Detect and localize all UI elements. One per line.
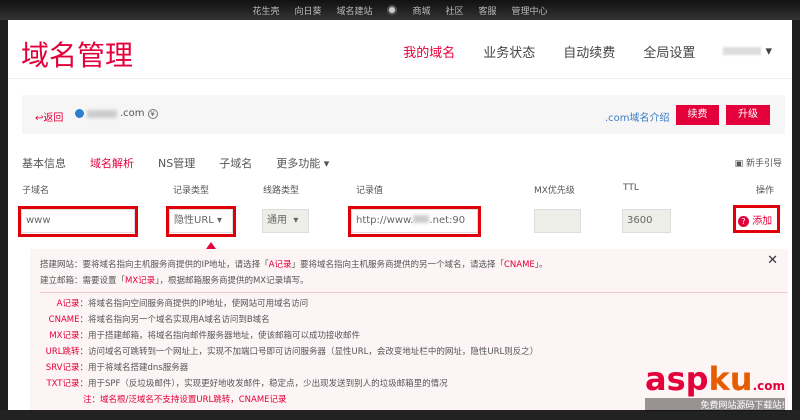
tab-subdomain[interactable]: 子域名	[219, 155, 252, 171]
upgrade-button[interactable]: 升级	[726, 105, 770, 125]
help-line-website: 搭建网站：要将域名指向主机服务商提供的IP地址，请选择「A记录」要将域名指向主机…	[40, 260, 548, 270]
col-type: 记录类型	[173, 186, 210, 196]
tabs: 基本信息 域名解析 NS管理 子域名 更多功能 ▾	[22, 155, 329, 171]
tab-ns[interactable]: NS管理	[158, 155, 195, 171]
nav-auto-renew[interactable]: 自动续费	[563, 42, 615, 61]
close-icon[interactable]: ✕	[767, 253, 778, 269]
top-bar: 花生壳 向日葵 域名建站 商城 社区 客服 管理中心	[0, 0, 800, 20]
domain-bar: ↩返回 .com ¥ .com域名介绍 续费 升级	[22, 95, 785, 134]
record-desc: A记录： 将域名指向空间服务商提供的IP地址，使网站可用域名访问	[56, 299, 309, 309]
top-link[interactable]: 向日葵	[294, 4, 321, 17]
col-subdomain: 子域名	[22, 186, 50, 196]
page: 域名管理 我的域名 业务状态 自动续费 全局设置 ▾ ↩返回 .com ¥ .co…	[8, 20, 792, 410]
subdomain-input[interactable]: www	[21, 209, 135, 233]
yen-icon: ¥	[147, 108, 158, 119]
brand-logo-icon[interactable]	[387, 5, 398, 15]
col-ttl: TTL	[623, 183, 639, 193]
top-link[interactable]: 客服	[479, 4, 497, 17]
top-link[interactable]: 花生壳	[252, 4, 279, 17]
tab-basic-info[interactable]: 基本信息	[22, 155, 66, 171]
main-nav: 我的域名 业务状态 自动续费 全局设置 ▾	[403, 42, 772, 61]
help-line-mail: 建立邮箱：需要设置「MX记录」，根据邮箱服务商提供的MX记录填写。	[40, 276, 309, 286]
top-link[interactable]: 域名建站	[336, 4, 372, 17]
back-link[interactable]: ↩返回	[35, 109, 63, 124]
watermark: aspku.com 免费网站源码下载站!	[644, 360, 785, 411]
tab-more[interactable]: 更多功能 ▾	[276, 155, 329, 171]
col-action: 操作	[756, 186, 775, 196]
page-title: 域名管理	[21, 39, 134, 72]
record-desc: MX记录： 用于搭建邮箱，将域名指向邮件服务器地址，使该邮箱可以成功接收邮件	[49, 331, 361, 341]
globe-icon	[75, 109, 84, 118]
guide-link[interactable]: ▣ 新手引导	[735, 156, 782, 169]
help-icon: ?	[738, 216, 749, 227]
top-link[interactable]: 社区	[446, 4, 464, 17]
record-type-select[interactable]: 隐性URL ▾	[169, 209, 233, 233]
top-link[interactable]: 商城	[412, 4, 430, 17]
top-link[interactable]: 管理中心	[512, 4, 548, 17]
user-menu[interactable]: ▾	[723, 44, 772, 59]
add-button[interactable]: ? 添加	[738, 212, 772, 227]
record-value-input[interactable]: http://www. .net:90	[351, 209, 478, 233]
domain-intro-link[interactable]: .com域名介绍	[605, 109, 670, 124]
record-desc: URL跳转： 访问域名可跳转到一个网址上，实现不加端口号即可访问服务器（显性URL…	[45, 347, 539, 357]
col-mx: MX优先级	[534, 186, 575, 196]
record-desc: CNAME： 将域名指向另一个域名实现用A域名访问到B域名	[48, 315, 270, 325]
mx-priority-input[interactable]	[534, 209, 581, 233]
nav-my-domains[interactable]: 我的域名	[403, 42, 455, 61]
renew-button[interactable]: 续费	[676, 105, 719, 125]
line-type-select[interactable]: 通用 ▾	[262, 209, 309, 233]
domain-name: .com ¥	[75, 108, 158, 119]
tab-dns[interactable]: 域名解析	[90, 155, 134, 171]
divider	[8, 78, 792, 79]
bottom-edge	[0, 410, 800, 420]
col-value: 记录值	[356, 186, 384, 196]
nav-global-settings[interactable]: 全局设置	[643, 42, 695, 61]
col-line: 线路类型	[263, 186, 300, 196]
nav-business-status[interactable]: 业务状态	[483, 42, 535, 61]
ttl-input[interactable]: 3600	[622, 209, 671, 233]
pointer-arrow-icon	[206, 242, 216, 249]
